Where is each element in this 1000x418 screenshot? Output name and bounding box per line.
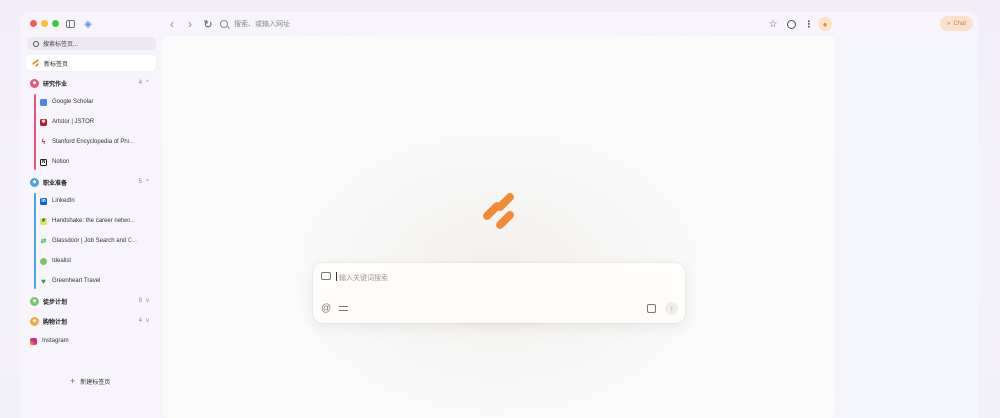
item-label: Idealist [52,258,72,264]
item-label: Greenheart Travel [52,278,101,284]
plus-icon: + [70,376,76,386]
bookmark-star-icon[interactable]: ☆ [766,17,780,31]
forward-icon[interactable]: › [183,17,197,31]
group-indicator-line [34,94,36,170]
lightbulb-icon[interactable]: ● [818,17,832,31]
group-indicator-line [34,193,36,289]
sidebar-item-instagram[interactable]: Instagram [30,333,142,349]
search-icon [220,20,228,28]
settings-sliders-icon[interactable] [339,305,348,313]
sidebar-item-greenheart[interactable]: ♥ Greenheart Travel [40,273,152,289]
new-tab-page: 输入关键词搜索 @ ↑ [162,36,835,418]
jstor-icon: ✱ [40,118,47,126]
notion-icon: N [40,158,47,166]
google-scholar-icon [40,98,47,106]
tab-search-label: 搜索标签页... [43,42,79,48]
new-tab-button-label: 新建标签页 [80,379,111,386]
tab-search-input[interactable]: 搜索标签页... [27,37,156,50]
maximize-window-button[interactable] [52,20,59,27]
sidebar-item-linkedin[interactable]: in LinkedIn [40,193,152,209]
sidebar-item-jstor[interactable]: ✱ Artstor | JSTOR [40,114,152,130]
sidebar-item-idealist[interactable]: Idealist [40,253,152,269]
group-icon: ◆ [30,316,39,326]
group-name: 购物计划 [43,319,68,326]
send-button[interactable]: ↑ [665,302,678,315]
text-cursor [336,272,337,281]
window-controls [30,20,59,27]
group-count: 4 [138,318,142,324]
search-input[interactable]: 输入关键词搜索 [339,273,388,283]
instagram-icon [30,337,37,345]
sidebar-item-handshake[interactable]: # Handshake: the career netwo... [40,213,152,229]
browser-window: ◈ ‹ › ↻ 搜索、或输入网址 ☆ ⋮ ● » Chat 搜索标签页... 新… [20,12,978,418]
handshake-icon: # [40,217,47,225]
stanford-icon: ϟ [41,138,46,146]
spaces-icon[interactable]: ◈ [81,17,95,31]
group-name: 徒步计划 [43,299,68,306]
search-icon [33,40,39,47]
chat-button[interactable]: » Chat [940,16,973,31]
new-tab-label: 新标签页 [44,61,69,68]
address-placeholder: 搜索、或输入网址 [234,21,290,28]
side-panel [835,36,978,418]
sidebar-toggle-icon[interactable] [63,17,77,31]
group-count: 8 [138,298,142,304]
group-count: 5 [138,179,142,185]
sidebar-item-notion[interactable]: N Notion [40,154,152,170]
item-label: Artstor | JSTOR [52,119,95,125]
chevron-down-icon[interactable]: v [146,318,149,324]
item-label: Stanford Encyclopedia of Phi... [52,139,135,145]
linkedin-icon: in [40,197,47,205]
minimize-window-button[interactable] [41,20,48,27]
message-icon [321,272,331,280]
item-label: Notion [52,159,70,165]
sidebar-item-glassdoor[interactable]: ⇄ Glassdoor | Job Search and C... [40,233,152,249]
back-icon[interactable]: ‹ [165,17,179,31]
tab-group-hiking[interactable]: ◆ 徒步计划 8 v [26,293,156,309]
item-label: LinkedIn [52,198,75,204]
account-icon[interactable] [784,17,798,31]
chevron-up-icon[interactable]: ^ [146,179,149,185]
address-bar[interactable]: 搜索、或输入网址 [216,16,838,32]
new-tab-button[interactable]: + 新建标签页 [70,376,110,386]
tab-group-research[interactable]: ◆ 研究作业 4 ^ [26,75,156,91]
app-logo-icon [31,58,40,68]
item-label: Glassdoor | Job Search and C... [52,238,138,244]
at-mention-icon[interactable]: @ [321,303,331,314]
sidebar: 搜索标签页... 新标签页 ◆ 研究作业 4 ^ Google Scholar … [20,36,162,418]
sidebar-item-new-tab[interactable]: 新标签页 [26,55,156,71]
item-label: Google Scholar [52,99,94,105]
item-label: Instagram [42,338,69,344]
group-icon: ◆ [30,78,39,88]
group-count: 4 [138,80,142,86]
group-icon: ◆ [30,296,39,306]
reload-icon[interactable]: ↻ [201,17,215,31]
heart-icon: ♥ [41,276,46,286]
toolbar: ◈ ‹ › ↻ 搜索、或输入网址 ☆ ⋮ ● » Chat [20,12,978,36]
close-window-button[interactable] [30,20,37,27]
chat-button-label: Chat [953,20,967,27]
image-icon[interactable] [647,304,656,313]
item-label: Handshake: the career netwo... [52,218,136,224]
idealist-icon [40,257,47,265]
chevron-down-icon[interactable]: v [146,298,149,304]
more-menu-icon[interactable]: ⋮ [802,17,816,31]
tab-group-career[interactable]: ◆ 职业准备 5 ^ [26,174,156,190]
glassdoor-icon: ⇄ [40,238,47,245]
chevrons-right-icon: » [946,20,951,27]
sidebar-item-google-scholar[interactable]: Google Scholar [40,94,152,110]
group-icon: ◆ [30,177,39,187]
sidebar-item-stanford-encyclopedia[interactable]: ϟ Stanford Encyclopedia of Phi... [40,134,152,150]
group-name: 职业准备 [43,180,68,187]
group-name: 研究作业 [43,81,68,88]
tab-group-shopping[interactable]: ◆ 购物计划 4 v [26,313,156,329]
chevron-up-icon[interactable]: ^ [146,80,149,86]
search-composer[interactable]: 输入关键词搜索 @ ↑ [313,263,685,323]
app-logo-icon [481,191,522,234]
